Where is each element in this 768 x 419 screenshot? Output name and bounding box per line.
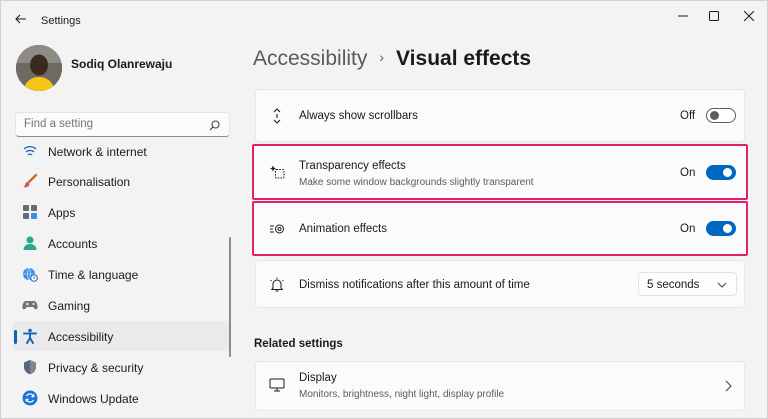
monitor-icon [269, 377, 285, 393]
sidebar-item-accounts[interactable]: Accounts [13, 228, 231, 258]
avatar-photo [16, 45, 62, 91]
avatar[interactable] [16, 45, 62, 91]
sidebar-item-windows-update[interactable]: Windows Update [13, 383, 231, 413]
chevron-down-icon [717, 282, 727, 288]
toggle-knob [723, 168, 732, 177]
brush-icon [22, 173, 38, 189]
sidebar-nav: Network & internet Personalisation Apps … [13, 143, 233, 418]
chevron-right-icon [725, 380, 732, 392]
toggle-knob [723, 224, 732, 233]
setting-description: Make some window backgrounds slightly tr… [299, 177, 534, 188]
breadcrumb-separator: › [379, 49, 385, 65]
sidebar-item-label: Accounts [48, 237, 98, 251]
maximize-icon [709, 11, 719, 21]
setting-description: Monitors, brightness, night light, displ… [299, 389, 505, 400]
user-name: Sodiq Olanrewaju [71, 57, 173, 71]
search-input[interactable] [24, 118, 204, 130]
shield-icon [22, 359, 38, 375]
sidebar-item-label: Privacy & security [48, 361, 144, 375]
related-display-link[interactable]: Display Monitors, brightness, night ligh… [255, 361, 745, 411]
minimize-icon [678, 15, 688, 17]
accessibility-icon [22, 328, 38, 344]
setting-title: Dismiss notifications after this amount … [299, 279, 530, 291]
toggle-state-label: On [680, 223, 696, 235]
search-icon[interactable] [209, 120, 220, 131]
maximize-button[interactable] [704, 7, 724, 25]
animation-icon [269, 221, 285, 237]
close-button[interactable] [739, 7, 759, 25]
dismiss-time-dropdown[interactable]: 5 seconds [638, 272, 737, 296]
bell-icon [269, 277, 285, 293]
toggle-state-label: Off [680, 110, 696, 122]
sidebar-item-gaming[interactable]: Gaming [13, 290, 231, 320]
sidebar-item-privacy-security[interactable]: Privacy & security [13, 352, 231, 382]
app-title: Settings [41, 15, 81, 27]
setting-dismiss-notifications: Dismiss notifications after this amount … [255, 260, 745, 308]
sidebar-item-time-language[interactable]: Time & language [13, 259, 231, 289]
back-button[interactable] [13, 11, 29, 27]
setting-transparency-effects: Transparency effects Make some window ba… [252, 144, 748, 200]
sidebar-item-label: Time & language [48, 268, 139, 282]
setting-title: Animation effects [299, 223, 388, 235]
breadcrumb: Accessibility › Visual effects [253, 47, 531, 71]
related-settings-heading: Related settings [254, 338, 343, 350]
minimize-button[interactable] [673, 7, 693, 25]
title-bar: Settings [1, 1, 767, 37]
scrollbars-toggle[interactable] [706, 108, 736, 123]
sidebar-item-accessibility[interactable]: Accessibility [13, 321, 231, 351]
breadcrumb-parent[interactable]: Accessibility [253, 47, 367, 70]
toggle-knob [710, 111, 719, 120]
dropdown-value: 5 seconds [647, 279, 700, 291]
page-title: Visual effects [396, 47, 532, 70]
sidebar-item-label: Network & internet [48, 145, 147, 159]
update-icon [22, 390, 38, 406]
sidebar-item-network[interactable]: Network & internet [13, 143, 231, 166]
setting-animation-effects: Animation effects On [252, 201, 748, 256]
active-indicator [14, 330, 17, 344]
close-icon [744, 11, 754, 21]
apps-icon [22, 204, 38, 220]
sidebar-item-label: Personalisation [48, 175, 131, 189]
search-box[interactable] [15, 112, 230, 137]
sidebar-item-personalisation[interactable]: Personalisation [13, 166, 231, 196]
transparency-sparkle-icon [269, 164, 285, 180]
toggle-state-label: On [680, 167, 696, 179]
globe-clock-icon [22, 266, 38, 282]
setting-title: Display [299, 372, 337, 384]
back-arrow-icon [15, 14, 26, 24]
sidebar-item-label: Apps [48, 206, 76, 220]
gamepad-icon [22, 297, 38, 313]
scrollbar-arrows-icon [269, 108, 285, 124]
sidebar-item-label: Gaming [48, 299, 91, 313]
setting-title: Transparency effects [299, 160, 406, 172]
sidebar-item-label: Windows Update [48, 392, 139, 406]
setting-title: Always show scrollbars [299, 110, 418, 122]
animation-toggle[interactable] [706, 221, 736, 236]
transparency-toggle[interactable] [706, 165, 736, 180]
sidebar-item-apps[interactable]: Apps [13, 197, 231, 227]
setting-always-show-scrollbars: Always show scrollbars Off [255, 89, 745, 142]
sidebar-scrollbar[interactable] [229, 237, 231, 357]
sidebar-item-label: Accessibility [48, 330, 114, 344]
settings-window: Settings Sodiq Olanrewaju Network & [0, 0, 768, 419]
person-icon [22, 235, 38, 251]
network-icon [22, 143, 38, 159]
